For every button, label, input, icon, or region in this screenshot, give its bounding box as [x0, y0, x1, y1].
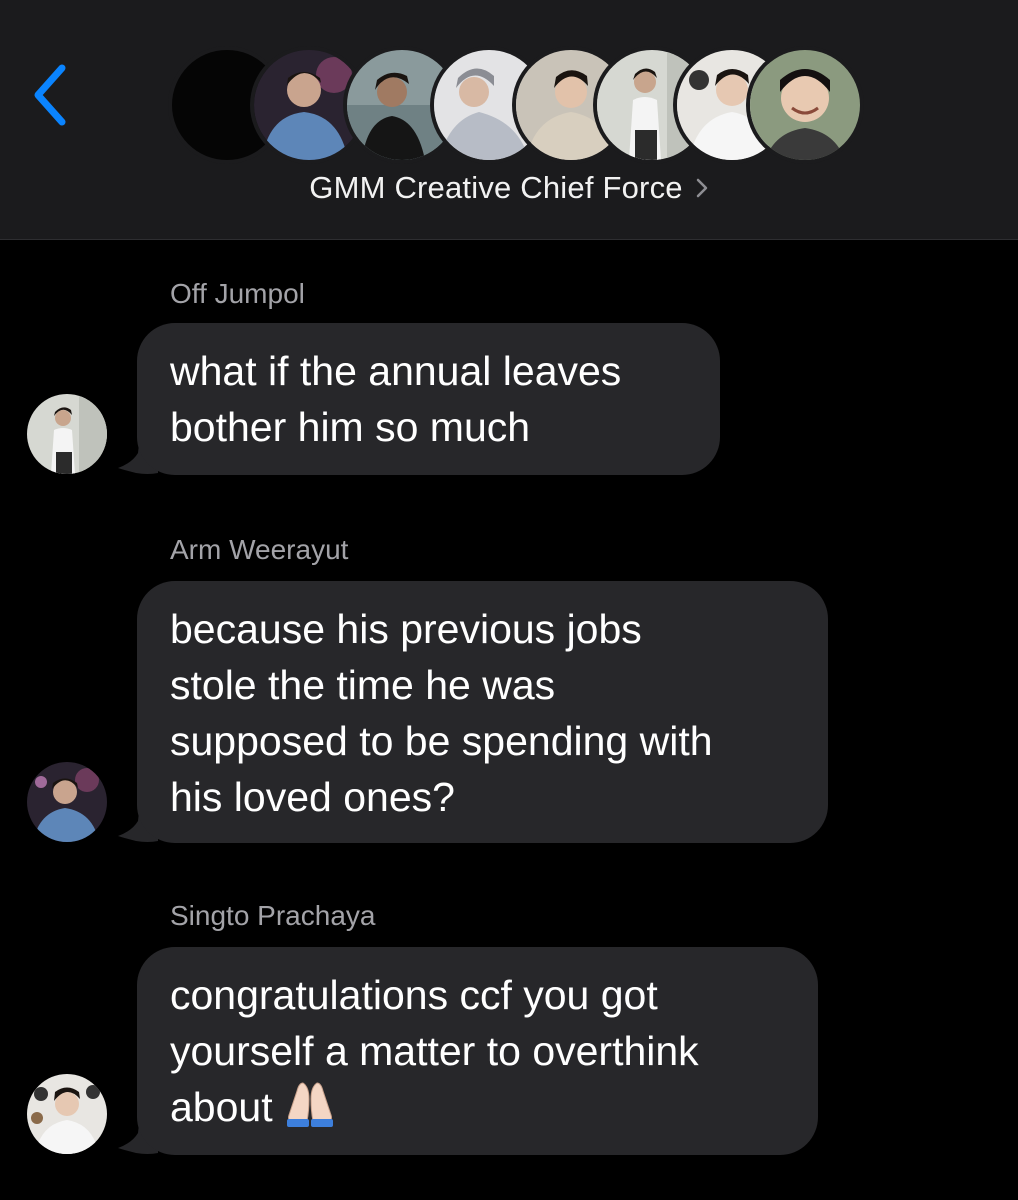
group-name: GMM Creative Chief Force — [309, 170, 683, 205]
message-line: because his previous jobs — [170, 606, 642, 652]
chevron-right-icon — [695, 177, 709, 204]
message-sender-name: Off Jumpol — [170, 278, 305, 309]
back-button[interactable] — [26, 62, 76, 128]
conversation-header: GMM Creative Chief Force — [0, 0, 1018, 240]
chevron-left-icon — [34, 64, 66, 126]
sender-avatar[interactable] — [27, 1074, 107, 1154]
message-bubble[interactable]: congratulations ccf you got yourself a m… — [137, 947, 818, 1155]
folded-hands-emoji-icon — [281, 1081, 339, 1141]
message-line: bother him so much — [170, 404, 531, 450]
message-line: yourself a matter to overthink — [170, 1028, 699, 1074]
group-member-avatar — [750, 50, 860, 160]
message-line: congratulations ccf you got — [170, 972, 658, 1018]
sender-avatar[interactable] — [27, 762, 107, 842]
message-line: supposed to be spending with — [170, 718, 713, 764]
group-avatar-stack[interactable] — [172, 50, 860, 162]
message-bubble[interactable]: what if the annual leaves bother him so … — [137, 323, 720, 475]
message-sender-name: Arm Weerayut — [170, 534, 349, 565]
group-name-link[interactable]: GMM Creative Chief Force — [0, 170, 1018, 206]
message-sender-name: Singto Prachaya — [170, 900, 376, 931]
message-line: stole the time he was — [170, 662, 556, 708]
message-bubble[interactable]: because his previous jobs stole the time… — [137, 581, 828, 843]
message-line: his loved ones? — [170, 774, 455, 820]
message-line: what if the annual leaves — [170, 348, 622, 394]
message-line: about — [170, 1084, 273, 1130]
sender-avatar[interactable] — [27, 394, 107, 474]
